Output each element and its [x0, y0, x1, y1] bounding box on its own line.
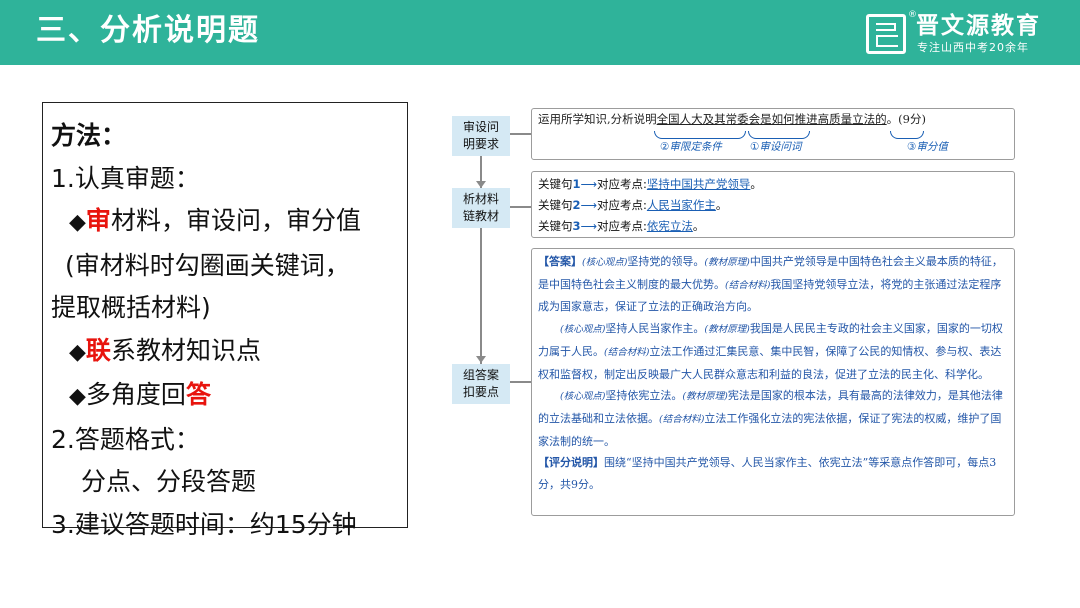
step-label-answer: 组答案 扣要点: [452, 364, 510, 404]
bullet-text: 系教材知识点: [110, 335, 261, 365]
hint-question-word: ①审设问词: [750, 141, 802, 153]
connector-line: [510, 381, 531, 383]
key-sentence-1: 关键句1⟶对应考点:坚持中国共产党领导。: [538, 177, 762, 191]
flow-arrow-icon: [476, 181, 486, 188]
question-box: 运用所学知识,分析说明全国人大及其常委会是如何推进高质量立法的。(9分) ②审限…: [531, 108, 1015, 160]
logo-name: 晋文源教育: [916, 13, 1041, 39]
step-label-question: 审设问 明要求: [452, 116, 510, 156]
header-bar: 三、分析说明题 ® 晋文源教育 专注山西中考20余年: [0, 0, 1080, 65]
bullet-text: 多角度回: [85, 380, 186, 409]
brace-mark: [654, 131, 746, 139]
brace-mark: [890, 131, 924, 139]
method-heading: 方法：: [51, 121, 127, 150]
diamond-bullet-icon: ◆: [69, 384, 86, 409]
answer-paragraph-3: (核心观点)坚持依宪立法。(教材原理)宪法是国家的根本法，具有最高的法律效力，是…: [538, 389, 1003, 448]
diamond-bullet-icon: ◆: [69, 339, 86, 365]
arrow-icon: ⟶: [580, 219, 598, 233]
bullet-text: 材料，审设问，审分值: [110, 206, 361, 235]
question-text: 运用所学知识,分析说明全国人大及其常委会是如何推进高质量立法的。(9分): [538, 112, 926, 126]
note-line-2: 提取概括材料): [51, 293, 211, 322]
answer-text: 【答案】(核心观点)坚持党的领导。(教材原理)中国共产党领导是中国特色社会主义最…: [538, 251, 1010, 496]
brace-mark: [748, 131, 810, 139]
key-sentence-3: 关键句3⟶对应考点:依宪立法。: [538, 219, 705, 233]
diamond-bullet-icon: ◆: [69, 210, 86, 235]
logo-slogan: 专注山西中考20余年: [917, 41, 1029, 54]
arrow-icon: ⟶: [580, 177, 598, 191]
answer-paragraph-1: 【答案】(核心观点)坚持党的领导。(教材原理)中国共产党领导是中国特色社会主义最…: [538, 255, 1003, 314]
connector-line: [510, 133, 531, 135]
note-line-1: (审材料时勾圈画关键词，: [65, 250, 350, 280]
step-1: 1.认真审题：: [51, 163, 200, 193]
format-text: 分点、分段答题: [81, 467, 257, 496]
method-box: 方法： 1.认真审题： ◆审材料，审设问，审分值 (审材料时勾圈画关键词， 提取…: [42, 102, 408, 539]
answer-box: 【答案】(核心观点)坚持党的领导。(教材原理)中国共产党领导是中国特色社会主义最…: [531, 248, 1015, 516]
step-3: 3.建议答题时间：约15分钟: [51, 509, 357, 539]
hint-condition: ②审限定条件: [660, 141, 722, 153]
bullet-answer: ◆多角度回答: [51, 374, 407, 419]
key-sentence-2: 关键句2⟶对应考点:人民当家作主。: [538, 198, 728, 212]
brand-logo: ® 晋文源教育 专注山西中考20余年: [866, 10, 1056, 56]
highlight-char: 联: [85, 335, 111, 365]
bullet-link: ◆联系教材知识点: [51, 330, 407, 375]
scoring-note: 【评分说明】围绕“坚持中国共产党领导、人民当家作主、依宪立法”等采意点作答即可，…: [538, 456, 997, 492]
bullet-review: ◆审材料，审设问，审分值: [51, 200, 407, 245]
page-title: 三、分析说明题: [36, 13, 260, 48]
hint-score: ③审分值: [907, 141, 948, 153]
flow-arrow-icon: [476, 356, 486, 363]
logo-mark-icon: [866, 14, 906, 54]
step-label-material: 析材料 链教材: [452, 188, 510, 228]
answer-paragraph-2: (核心观点)坚持人民当家作主。(教材原理)我国是人民民主专政的社会主义国家，国家…: [538, 322, 1003, 381]
question-focus: 全国人大及其常委会是如何推进高质量立法的: [656, 112, 887, 126]
step-2: 2.答题格式：: [51, 424, 200, 454]
highlight-char: 答: [185, 380, 211, 409]
arrow-icon: ⟶: [580, 198, 598, 212]
highlight-char: 审: [85, 206, 111, 235]
key-sentence-box: 关键句1⟶对应考点:坚持中国共产党领导。 关键句2⟶对应考点:人民当家作主。 关…: [531, 171, 1015, 238]
connector-line: [510, 206, 531, 208]
